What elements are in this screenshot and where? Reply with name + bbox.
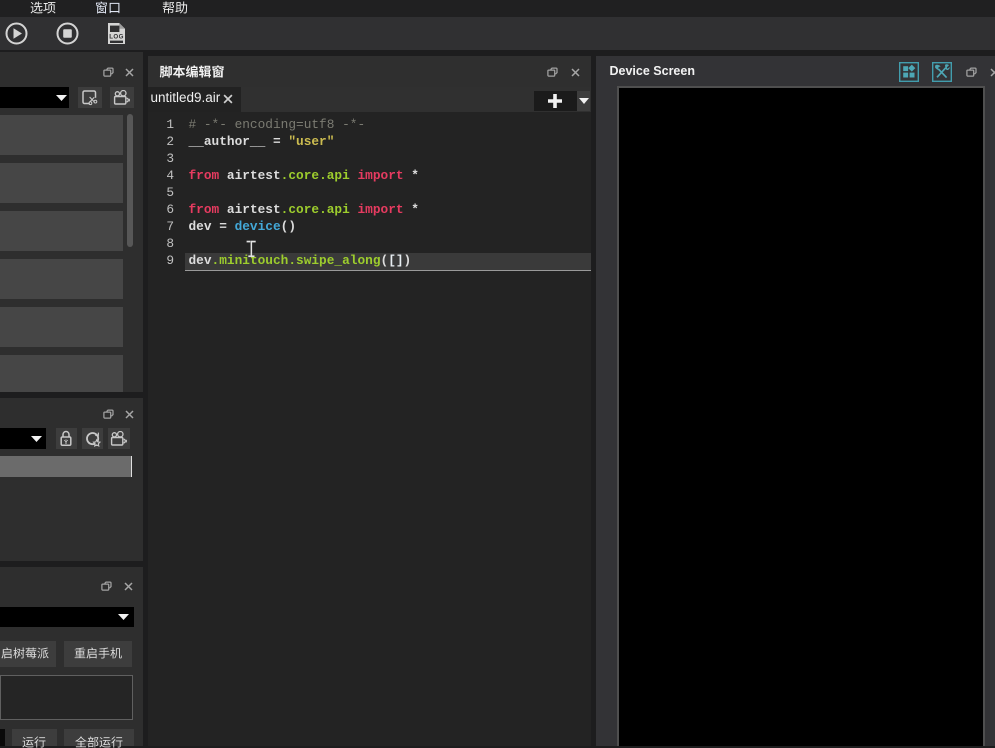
svg-text:LOG: LOG [109, 33, 124, 40]
